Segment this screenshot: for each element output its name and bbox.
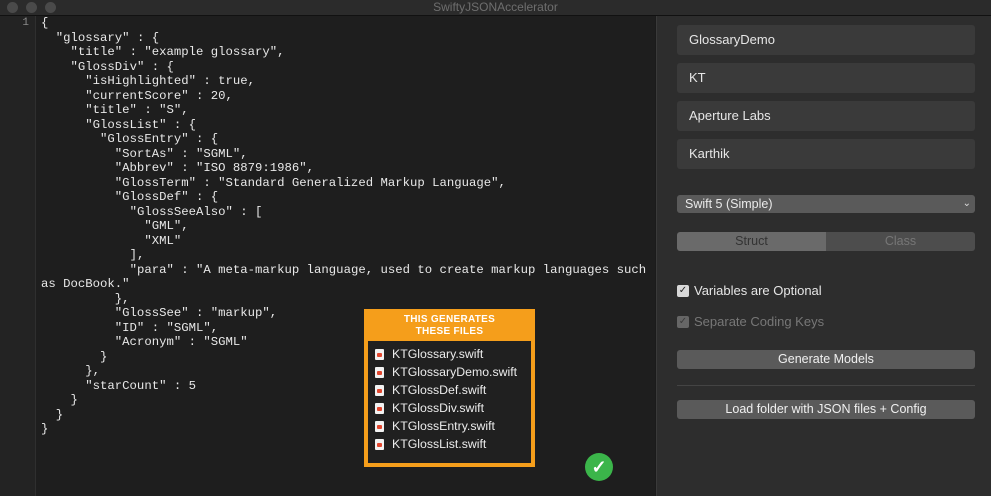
swift-file-icon xyxy=(375,348,384,360)
file-name: KTGlossary.swift xyxy=(392,347,484,361)
separate-coding-keys-label: Separate Coding Keys xyxy=(694,314,825,329)
prefix-field[interactable]: KT xyxy=(677,63,975,93)
title-bar: SwiftyJSONAccelerator xyxy=(0,0,991,16)
separate-coding-keys-checkbox[interactable]: ✓ Separate Coding Keys xyxy=(677,314,824,329)
line-number: 1 xyxy=(22,17,29,29)
file-name: KTGlossDef.swift xyxy=(392,383,487,397)
callout-title-line1: THIS GENERATES xyxy=(403,314,496,325)
author-name-field[interactable]: Karthik xyxy=(677,139,975,169)
file-name: KTGlossaryDemo.swift xyxy=(392,365,518,379)
callout-title-line2: THESE FILES xyxy=(415,326,484,337)
variables-optional-label: Variables are Optional xyxy=(694,283,822,298)
file-item[interactable]: KTGlossEntry.swift xyxy=(368,417,531,435)
file-name: KTGlossEntry.swift xyxy=(392,419,495,433)
swift-file-icon xyxy=(375,384,384,396)
settings-panel: GlossaryDemo KT Aperture Labs Karthik Sw… xyxy=(656,16,991,496)
generated-files-callout: THIS GENERATES THESE FILES KTGlossary.sw… xyxy=(364,309,535,467)
swift-file-icon xyxy=(375,366,384,378)
load-folder-button[interactable]: Load folder with JSON files + Config xyxy=(677,400,975,419)
file-item[interactable]: KTGlossDef.swift xyxy=(368,381,531,399)
variables-optional-checkbox[interactable]: ✓ Variables are Optional xyxy=(677,283,822,298)
divider xyxy=(677,385,975,386)
window-title: SwiftyJSONAccelerator xyxy=(433,0,558,14)
json-editor[interactable]: 1 { "glossary" : { "title" : "example gl… xyxy=(0,16,655,496)
type-segmented-control[interactable]: Struct Class xyxy=(677,232,975,251)
checkmark-icon: ✓ xyxy=(677,284,689,297)
swift-file-icon xyxy=(375,402,384,414)
file-item[interactable]: KTGlossary.swift xyxy=(368,345,531,363)
callout-title: THIS GENERATES THESE FILES xyxy=(364,314,535,338)
generated-file-list: KTGlossary.swift KTGlossaryDemo.swift KT… xyxy=(368,341,531,463)
file-name: KTGlossList.swift xyxy=(392,437,487,451)
chevron-down-icon: ⌄ xyxy=(962,198,971,209)
language-select[interactable]: Swift 5 (Simple) ⌄ xyxy=(677,195,975,213)
company-name-field[interactable]: Aperture Labs xyxy=(677,101,975,131)
file-item[interactable]: KTGlossList.swift xyxy=(368,435,531,453)
swift-file-icon xyxy=(375,438,384,450)
line-number-gutter: 1 xyxy=(0,16,36,496)
success-checkmark-icon: ✓ xyxy=(585,453,613,481)
base-class-name-field[interactable]: GlossaryDemo xyxy=(677,25,975,55)
file-item[interactable]: KTGlossaryDemo.swift xyxy=(368,363,531,381)
swift-file-icon xyxy=(375,420,384,432)
generate-models-button[interactable]: Generate Models xyxy=(677,350,975,369)
segment-class[interactable]: Class xyxy=(826,232,975,251)
language-select-value: Swift 5 (Simple) xyxy=(685,197,773,211)
file-name: KTGlossDiv.swift xyxy=(392,401,485,415)
checkmark-icon: ✓ xyxy=(677,315,689,328)
segment-struct[interactable]: Struct xyxy=(677,232,826,251)
file-item[interactable]: KTGlossDiv.swift xyxy=(368,399,531,417)
json-text-area[interactable]: { "glossary" : { "title" : "example glos… xyxy=(41,16,651,437)
